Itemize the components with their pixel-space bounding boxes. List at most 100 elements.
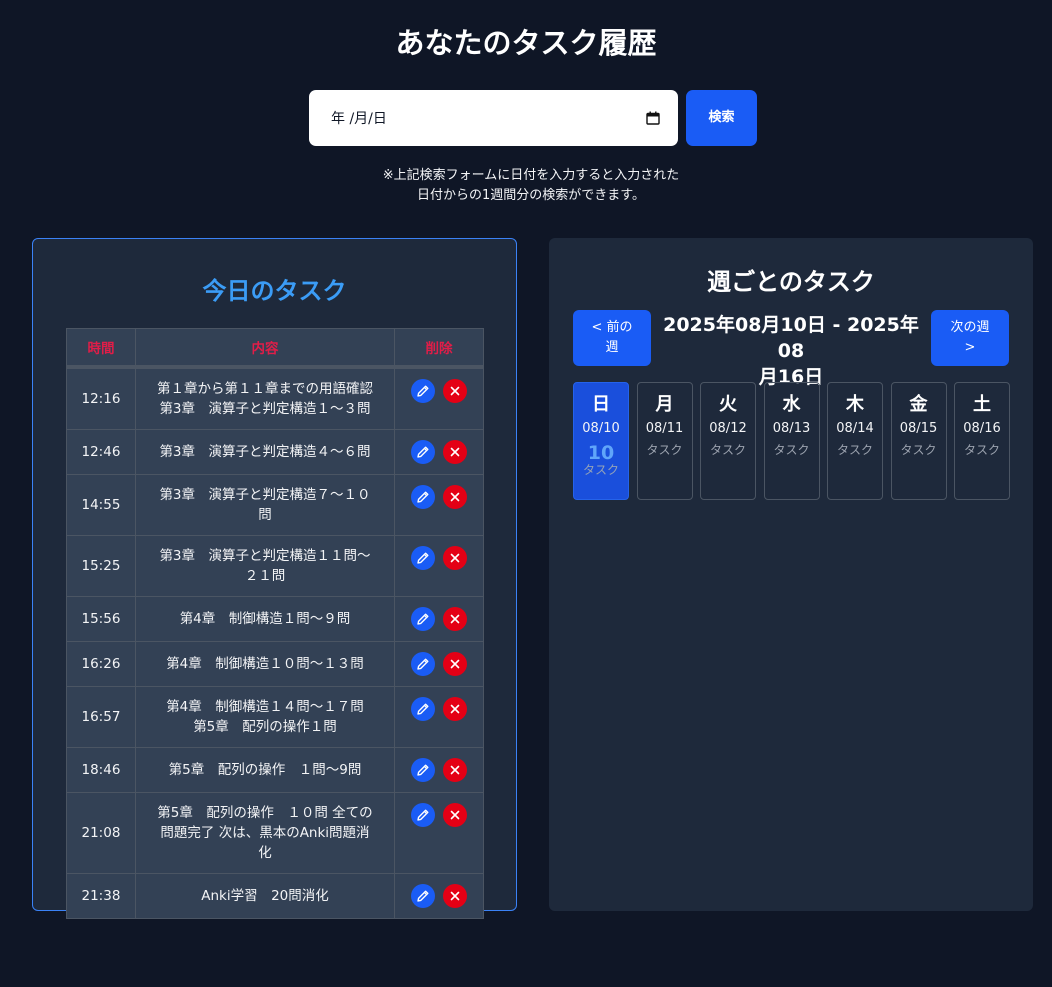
pencil-icon xyxy=(417,491,429,503)
day-name: 水 xyxy=(782,394,801,415)
edit-button[interactable] xyxy=(411,883,436,908)
edit-button[interactable] xyxy=(411,606,436,631)
task-content-line: 第3章 演算子と判定構造４～６問 xyxy=(159,443,371,460)
task-content: 第5章 配列の操作 １問～9問 xyxy=(134,746,396,793)
day-date: 08/14 xyxy=(836,421,874,436)
weekly-tasks-title: 週ごとのタスク xyxy=(707,268,875,296)
weekly-tasks-panel: 週ごとのタスク < 前の 週 2025年08月10日 - 2025年08 月16… xyxy=(549,238,1033,911)
prev-week-label-1: < 前の xyxy=(591,320,633,335)
week-range: 2025年08月10日 - 2025年08 月16日 xyxy=(653,312,929,390)
task-content-line: 第4章 制御構造１０問～１３問 xyxy=(166,655,364,672)
close-icon xyxy=(450,891,460,900)
pencil-icon xyxy=(417,446,429,458)
page-title: あなたのタスク履歴 xyxy=(395,26,657,60)
delete-button[interactable] xyxy=(443,696,468,721)
task-actions xyxy=(394,534,484,597)
task-content-line: 問題完了 次は、黒本のAnki問題消 xyxy=(160,824,370,841)
task-content: 第4章 制御構造１０問～１３問 xyxy=(134,640,396,687)
close-icon xyxy=(450,553,460,562)
delete-button[interactable] xyxy=(443,606,468,631)
today-tasks-title: 今日のタスク xyxy=(202,277,347,305)
task-content-line: 第3章 演算子と判定構造１１問～ xyxy=(159,547,371,564)
table-row: 16:26 第4章 制御構造１０問～１３問 xyxy=(66,640,484,687)
edit-button[interactable] xyxy=(411,696,436,721)
task-content: 第5章 配列の操作 １０問 全ての 問題完了 次は、黒本のAnki問題消化 xyxy=(134,791,396,874)
table-row: 14:55 第3章 演算子と判定構造７～１０ 問 xyxy=(66,473,484,536)
task-content-line: 第4章 制御構造１４問～１７問 xyxy=(166,698,364,715)
task-actions xyxy=(394,428,484,475)
task-content-line: ２１問 xyxy=(244,567,286,584)
pencil-icon xyxy=(417,658,429,670)
day-date: 08/12 xyxy=(709,421,747,436)
close-icon xyxy=(450,614,460,623)
table-row: 21:38 Anki学習 20問消化 xyxy=(66,872,484,919)
day-task-label: タスク xyxy=(963,443,1000,457)
search-note-line-1: ※上記検索フォームに日付を入力すると入力された xyxy=(382,168,680,183)
prev-week-label-2: 週 xyxy=(605,340,619,355)
task-actions xyxy=(394,746,484,793)
day-task-label: タスク xyxy=(709,443,746,457)
calendar-icon[interactable] xyxy=(646,111,660,125)
delete-button[interactable] xyxy=(443,883,468,908)
next-week-label-2: > xyxy=(964,340,976,355)
date-search-input[interactable]: 年 /月/日 xyxy=(309,90,678,146)
search-button[interactable]: 検索 xyxy=(686,90,757,146)
task-time: 15:56 xyxy=(66,595,136,642)
day-card[interactable]: 金 08/15 タスク xyxy=(890,382,947,500)
task-content-line: Anki学習 20問消化 xyxy=(201,887,329,904)
day-task-label: タスク xyxy=(646,443,683,457)
delete-button[interactable] xyxy=(443,439,468,464)
task-content: Anki学習 20問消化 xyxy=(134,872,396,919)
close-icon xyxy=(450,810,460,819)
table-row: 12:16 第１章から第１１章までの用語確認 第3章 演算子と判定構造１～３問 xyxy=(66,366,484,430)
delete-button[interactable] xyxy=(443,757,468,782)
table-row: 15:56 第4章 制御構造１問～９問 xyxy=(66,595,484,642)
edit-button[interactable] xyxy=(411,378,436,403)
day-name: 日 xyxy=(592,394,610,415)
task-actions xyxy=(394,872,484,919)
edit-button[interactable] xyxy=(411,439,436,464)
close-icon xyxy=(450,704,460,713)
edit-button[interactable] xyxy=(411,545,436,570)
search-note: ※上記検索フォームに日付を入力すると入力された 日付からの1週間分の検索ができま… xyxy=(366,166,696,206)
task-content: 第１章から第１１章までの用語確認 第3章 演算子と判定構造１～３問 xyxy=(134,366,396,430)
delete-button[interactable] xyxy=(443,545,468,570)
day-card[interactable]: 火 08/12 タスク xyxy=(700,382,756,500)
day-card[interactable]: 土 08/16 タスク xyxy=(954,382,1010,500)
day-task-count: 10 xyxy=(587,442,615,464)
day-card[interactable]: 水 08/13 タスク xyxy=(763,382,820,500)
delete-button[interactable] xyxy=(443,651,468,676)
day-date: 08/16 xyxy=(963,421,1001,436)
task-content: 第4章 制御構造１問～９問 xyxy=(134,595,396,642)
delete-button[interactable] xyxy=(443,484,468,509)
week-range-line-1: 2025年08月10日 - 2025年08 xyxy=(663,314,919,362)
table-row: 12:46 第3章 演算子と判定構造４～６問 xyxy=(66,428,484,475)
day-card[interactable]: 日 08/10 10 タスク xyxy=(573,382,629,500)
delete-button[interactable] xyxy=(443,378,468,403)
pencil-icon xyxy=(417,613,429,625)
edit-button[interactable] xyxy=(411,757,436,782)
edit-button[interactable] xyxy=(411,484,436,509)
day-date: 08/10 xyxy=(582,421,620,436)
day-name: 金 xyxy=(909,394,928,415)
close-icon xyxy=(450,659,460,668)
next-week-label-1: 次の週 xyxy=(950,320,990,335)
edit-button[interactable] xyxy=(411,802,436,827)
pencil-icon xyxy=(417,764,429,776)
day-name: 月 xyxy=(655,394,674,415)
task-content: 第3章 演算子と判定構造７～１０ 問 xyxy=(134,473,396,536)
table-row: 16:57 第4章 制御構造１４問～１７問 第5章 配列の操作１問 xyxy=(66,685,484,748)
day-name: 木 xyxy=(846,394,864,415)
day-card[interactable]: 木 08/14 タスク xyxy=(827,382,883,500)
day-task-label: タスク xyxy=(773,443,810,457)
edit-button[interactable] xyxy=(411,651,436,676)
task-content-line: 第5章 配列の操作 １０問 全ての xyxy=(157,804,373,821)
task-content-line: 第3章 演算子と判定構造７～１０ xyxy=(159,486,371,503)
prev-week-button[interactable]: < 前の 週 xyxy=(573,310,651,366)
pencil-icon xyxy=(417,552,429,564)
search-note-line-2: 日付からの1週間分の検索ができます。 xyxy=(417,188,645,203)
column-header-time: 時間 xyxy=(66,328,136,367)
day-card[interactable]: 月 08/11 タスク xyxy=(636,382,693,500)
next-week-button[interactable]: 次の週 > xyxy=(931,310,1009,366)
delete-button[interactable] xyxy=(443,802,468,827)
